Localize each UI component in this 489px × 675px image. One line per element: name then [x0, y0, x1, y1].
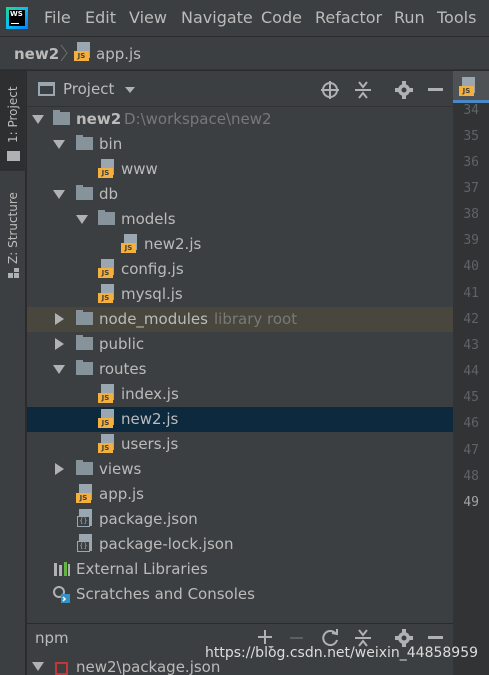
- file-label: config.js: [121, 260, 184, 278]
- tree-row-app[interactable]: JS app.js: [27, 482, 453, 507]
- line-number: 47: [463, 443, 479, 458]
- npm-icon: [55, 662, 68, 675]
- menu-navigate[interactable]: Navigate: [181, 8, 253, 27]
- line-number: 38: [463, 207, 479, 222]
- scratches-icon: [53, 586, 70, 603]
- line-number: 46: [463, 416, 479, 431]
- tree-row-index[interactable]: JS index.js: [27, 382, 453, 407]
- tree-row-db[interactable]: db: [27, 182, 453, 207]
- file-label: new2.js: [121, 410, 179, 428]
- folder-label: routes: [99, 360, 147, 378]
- line-number: 40: [463, 259, 479, 274]
- line-number: 37: [463, 181, 479, 196]
- line-number: 39: [463, 233, 479, 248]
- minimize-icon[interactable]: [428, 88, 443, 91]
- line-number: 41: [463, 286, 479, 301]
- library-root-hint: library root: [214, 310, 298, 328]
- npm-panel-title: npm: [35, 629, 69, 647]
- line-number: 48: [463, 469, 479, 484]
- breadcrumb-project[interactable]: new2: [14, 45, 59, 63]
- file-label: mysql.js: [121, 285, 183, 303]
- collapse-all-icon[interactable]: [354, 80, 372, 100]
- line-number: 36: [463, 155, 479, 170]
- view-dropdown-chevron-icon[interactable]: [125, 87, 135, 93]
- menu-code[interactable]: Code: [261, 8, 302, 27]
- structure-icon: [8, 268, 19, 279]
- file-label: users.js: [121, 435, 179, 453]
- libraries-icon: [54, 562, 70, 576]
- folder-label: bin: [99, 135, 123, 153]
- tab-project-label: 1: Project: [6, 86, 20, 143]
- tree-row-www[interactable]: JS www: [27, 157, 453, 182]
- minimize-icon[interactable]: [428, 636, 443, 639]
- line-number: 42: [463, 312, 479, 327]
- line-number: 43: [463, 338, 479, 353]
- gear-icon[interactable]: [394, 80, 414, 100]
- menu-run[interactable]: Run: [394, 8, 425, 27]
- remove-icon[interactable]: [290, 637, 303, 639]
- tree-row-scratches[interactable]: Scratches and Consoles: [27, 582, 453, 607]
- js-file-icon: JS: [74, 42, 90, 61]
- tab-project[interactable]: 1: Project: [0, 71, 26, 171]
- folder-label: models: [121, 210, 176, 228]
- file-label: index.js: [121, 385, 179, 403]
- breadcrumb-separator-icon: [60, 44, 68, 62]
- tree-row-models-new2[interactable]: JS new2.js: [27, 232, 453, 257]
- menu-refactor[interactable]: Refactor: [315, 8, 382, 27]
- tree-row-bin[interactable]: bin: [27, 132, 453, 157]
- folder-label: db: [99, 185, 119, 203]
- tree-row-mysql[interactable]: JS mysql.js: [27, 282, 453, 307]
- tree-row-models[interactable]: models: [27, 207, 453, 232]
- file-label: package.json: [99, 510, 198, 528]
- file-label: www: [121, 160, 158, 178]
- scratches-label: Scratches and Consoles: [76, 585, 255, 603]
- menu-tools[interactable]: Tools: [437, 8, 476, 27]
- target-icon[interactable]: [320, 80, 340, 100]
- tree-row-public[interactable]: public: [27, 332, 453, 357]
- editor-tab-app-js[interactable]: JS: [453, 71, 489, 103]
- file-label: app.js: [99, 485, 144, 503]
- project-view-title[interactable]: Project: [63, 80, 114, 98]
- webstorm-logo-icon: WS: [6, 7, 28, 29]
- tree-row-views[interactable]: views: [27, 457, 453, 482]
- tab-structure-label: Z: Structure: [6, 192, 20, 264]
- tree-row-config[interactable]: JS config.js: [27, 257, 453, 282]
- js-file-icon: JS: [459, 77, 475, 96]
- logo-text: WS: [10, 10, 23, 18]
- menu-file[interactable]: File: [44, 8, 71, 27]
- root-label: new2: [76, 110, 122, 128]
- line-number: 45: [463, 390, 479, 405]
- tree-row-users[interactable]: JS users.js: [27, 432, 453, 457]
- folder-icon: [7, 151, 20, 161]
- tree-row-routes-new2-selected[interactable]: JS new2.js: [27, 407, 453, 432]
- tab-structure[interactable]: Z: Structure: [0, 180, 26, 280]
- tree-row-package-lock[interactable]: {} package-lock.json: [27, 532, 453, 557]
- menu-view[interactable]: View: [129, 8, 167, 27]
- tree-row-external-libraries[interactable]: External Libraries: [27, 557, 453, 582]
- tree-row-package-json[interactable]: {} package.json: [27, 507, 453, 532]
- tree-row-routes[interactable]: routes: [27, 357, 453, 382]
- breadcrumb-file[interactable]: app.js: [96, 45, 141, 63]
- tree-row-node-modules[interactable]: node_modules library root: [27, 307, 453, 332]
- npm-package-label: new2\package.json: [76, 658, 221, 675]
- tree-row-root[interactable]: new2 D:\workspace\new2: [27, 107, 453, 132]
- file-label: package-lock.json: [99, 535, 234, 553]
- line-number: 44: [463, 364, 479, 379]
- root-path: D:\workspace\new2: [124, 110, 272, 128]
- folder-label: public: [99, 335, 145, 353]
- folder-label: views: [99, 460, 142, 478]
- menu-edit[interactable]: Edit: [85, 8, 116, 27]
- line-number: 34: [463, 103, 479, 118]
- project-window-icon: [38, 82, 55, 96]
- file-label: new2.js: [144, 235, 202, 253]
- line-number: 35: [463, 129, 479, 144]
- watermark-text: https://blog.csdn.net/weixin_44858959: [205, 645, 479, 661]
- external-libraries-label: External Libraries: [76, 560, 208, 578]
- line-number-current: 49: [463, 495, 479, 510]
- folder-label: node_modules: [99, 310, 208, 328]
